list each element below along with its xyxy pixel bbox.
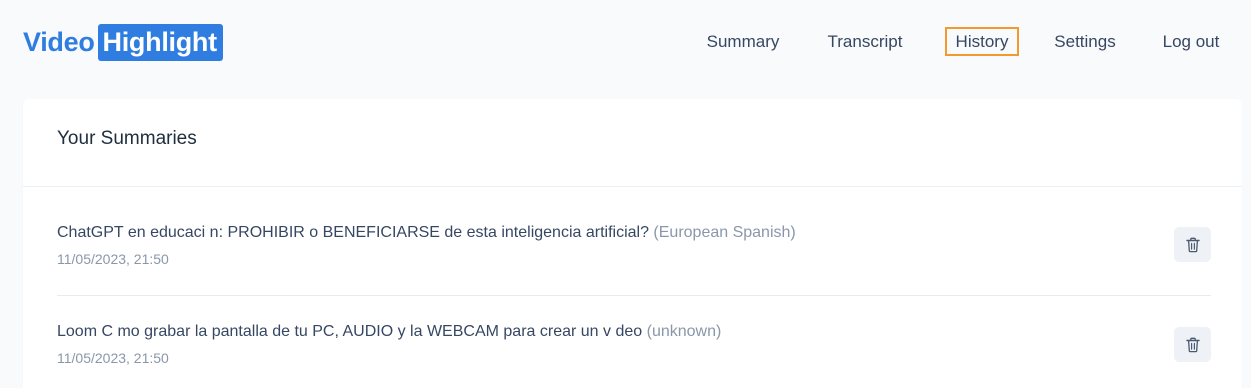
delete-button[interactable] [1174,327,1211,362]
nav-history[interactable]: History [945,27,1019,56]
nav-transcript[interactable]: Transcript [820,27,910,56]
summaries-card: Your Summaries ChatGPT en educaci n: PRO… [23,99,1242,388]
list-item[interactable]: Loom C mo grabar la pantalla de tu PC, A… [57,299,1211,388]
summary-title-text: ChatGPT en educaci n: PROHIBIR o BENEFIC… [57,224,649,241]
nav-logout[interactable]: Log out [1155,27,1227,56]
summary-language: (European Spanish) [653,224,796,241]
delete-button[interactable] [1174,227,1211,262]
trash-icon [1185,337,1200,352]
summary-title[interactable]: ChatGPT en educaci n: PROHIBIR o BENEFIC… [57,224,796,242]
nav-summary[interactable]: Summary [700,27,786,56]
list-item[interactable]: ChatGPT en educaci n: PROHIBIR o BENEFIC… [57,199,1211,297]
row-divider [57,295,1211,296]
summary-date: 11/05/2023, 21:50 [57,251,169,267]
top-header: Video Highlight Summary Transcript Histo… [0,0,1251,88]
logo-text-highlight: Highlight [97,24,223,61]
summary-title-text: Loom C mo grabar la pantalla de tu PC, A… [57,323,643,340]
nav-settings[interactable]: Settings [1048,27,1122,56]
header-divider [23,186,1242,187]
summary-language: (unknown) [646,323,722,340]
logo-text-video: Video [23,27,95,57]
summary-title[interactable]: Loom C mo grabar la pantalla de tu PC, A… [57,323,721,341]
trash-icon [1185,237,1200,252]
summaries-title: Your Summaries [57,128,197,149]
logo[interactable]: Video Highlight [23,24,223,61]
summary-date: 11/05/2023, 21:50 [57,350,169,366]
